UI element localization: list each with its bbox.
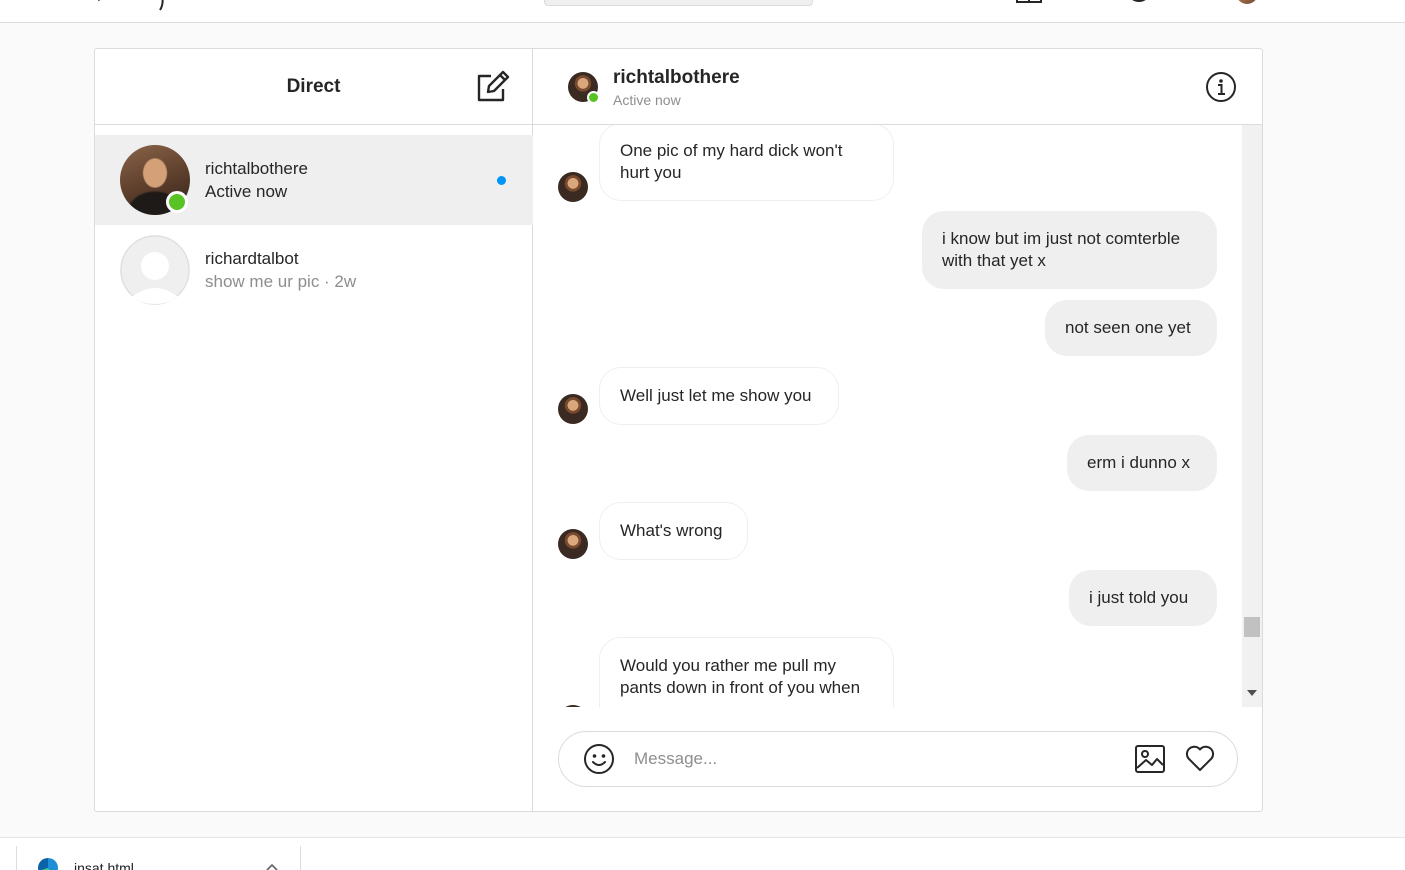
- message-input[interactable]: [634, 742, 1124, 776]
- emoji-icon[interactable]: [583, 743, 615, 775]
- message-text: i just told you: [1089, 588, 1189, 607]
- direct-icon[interactable]: [1078, 0, 1102, 4]
- info-icon[interactable]: [1205, 71, 1237, 103]
- profile-avatar[interactable]: [1236, 0, 1258, 4]
- message-bubble-received: Would you rather me pull my pants down i…: [599, 637, 894, 707]
- message-text: One pic of my hard dick won't hurt you: [620, 141, 843, 182]
- thread-list-panel: Direct richtalbothere Active now richard…: [95, 49, 533, 811]
- message-text: i know but im just not comterble with th…: [942, 229, 1181, 270]
- sender-avatar: [558, 394, 588, 424]
- image-icon[interactable]: [1134, 743, 1166, 775]
- download-file-name: insat.html: [74, 860, 134, 870]
- thread-item-richardtalbot[interactable]: richardtalbot show me ur pic · 2w: [95, 225, 533, 315]
- search-input[interactable]: [544, 0, 813, 6]
- app-logo[interactable]: [92, 0, 182, 12]
- thread-item-richtalbothere[interactable]: richtalbothere Active now: [95, 135, 533, 225]
- conversation-panel: richtalbothere Active now One pic of my …: [533, 49, 1262, 811]
- edge-file-icon: [38, 858, 58, 870]
- message-bubble-sent: i just told you: [1069, 570, 1217, 626]
- conversation-status: Active now: [613, 92, 681, 108]
- message-bubble-received: One pic of my hard dick won't hurt you: [599, 125, 894, 201]
- message-text: What's wrong: [620, 521, 723, 540]
- default-avatar-icon: [120, 235, 190, 305]
- activity-icon[interactable]: [1186, 0, 1210, 4]
- inbox-title: Direct: [286, 76, 341, 97]
- home-icon[interactable]: [1015, 0, 1042, 4]
- message-bubble-received: What's wrong: [599, 502, 748, 560]
- message-text: Would you rather me pull my pants down i…: [620, 656, 861, 697]
- compose-icon[interactable]: [475, 69, 511, 105]
- message-text: not seen one yet: [1065, 318, 1191, 337]
- message-bubble-sent: not seen one yet: [1045, 300, 1217, 356]
- message-text: Well just let me show you: [620, 386, 812, 405]
- conversation-name[interactable]: richtalbothere: [613, 67, 740, 89]
- message-text: erm i dunno x: [1087, 453, 1190, 472]
- thread-subtitle: Active now: [205, 182, 288, 201]
- downloads-bar: insat.html: [0, 837, 1405, 870]
- thread-name: richtalbothere: [205, 159, 309, 178]
- explore-icon[interactable]: [1126, 0, 1150, 4]
- message-scrollbar[interactable]: [1242, 125, 1262, 707]
- thread-subtitle: show me ur pic · 2w: [205, 272, 357, 291]
- online-indicator: [587, 91, 600, 104]
- thread-list-header: Direct: [95, 49, 532, 125]
- top-navigation: [0, 0, 1405, 23]
- message-composer: [558, 731, 1238, 787]
- sender-avatar: [558, 529, 588, 559]
- online-indicator: [166, 191, 188, 213]
- message-bubble-sent: i know but im just not comterble with th…: [922, 211, 1217, 289]
- download-item[interactable]: insat.html: [16, 846, 301, 870]
- message-bubble-sent: erm i dunno x: [1067, 435, 1217, 491]
- sender-avatar: [558, 705, 588, 707]
- conversation-header: richtalbothere Active now: [533, 49, 1262, 125]
- scroll-down-arrow-icon[interactable]: [1247, 690, 1257, 696]
- scrollbar-thumb[interactable]: [1244, 617, 1260, 637]
- message-list[interactable]: One pic of my hard dick won't hurt you i…: [533, 125, 1262, 707]
- unread-dot: [497, 176, 506, 185]
- thread-name: richardtalbot: [205, 249, 299, 268]
- sender-avatar: [558, 172, 588, 202]
- message-bubble-received: Well just let me show you: [599, 367, 839, 425]
- inbox-frame: Direct richtalbothere Active now richard…: [94, 48, 1263, 812]
- heart-icon[interactable]: [1184, 742, 1216, 774]
- chevron-up-icon[interactable]: [265, 860, 279, 870]
